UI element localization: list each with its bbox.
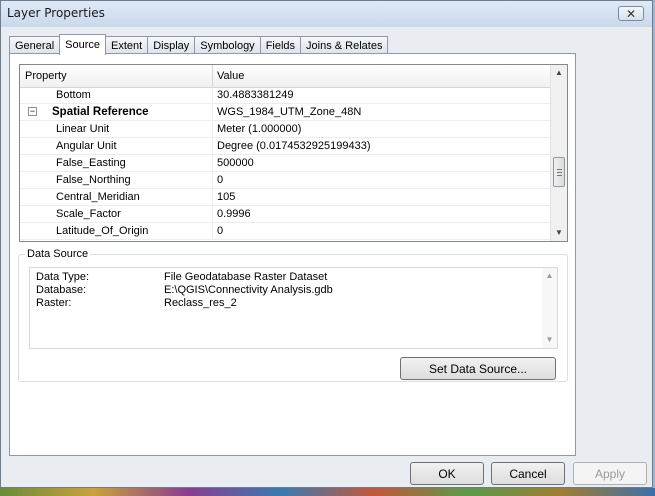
property-value: 0 (217, 174, 224, 186)
grid-scrollbar[interactable]: ▲ ▼ (550, 65, 567, 241)
data-source-scrollbar[interactable]: ▲ ▼ (542, 268, 557, 348)
close-button[interactable]: ✕ (618, 6, 644, 21)
close-icon: ✕ (625, 6, 637, 21)
grid-row-spatial-reference[interactable]: − Spatial Reference WGS_1984_UTM_Zone_48… (20, 104, 550, 121)
property-name: Latitude_Of_Origin (56, 225, 149, 237)
cell-divider (212, 121, 213, 138)
property-value: WGS_1984_UTM_Zone_48N (217, 106, 362, 118)
property-name: Spatial Reference (52, 106, 149, 118)
cell-divider (212, 87, 213, 104)
grid-row-angular-unit[interactable]: Angular Unit Degree (0.0174532925199433) (20, 138, 550, 155)
scroll-down-icon[interactable]: ▼ (551, 225, 567, 241)
property-name: Bottom (56, 89, 91, 101)
grid-header: Property Value (20, 65, 550, 88)
raster-line: Raster: Reclass_res_2 (36, 297, 237, 309)
grip-line (557, 169, 562, 170)
database-label: Database: (36, 284, 87, 296)
grip-line (557, 175, 562, 176)
cell-divider (212, 172, 213, 189)
property-value: 0.9996 (217, 208, 251, 220)
tab-source[interactable]: Source (59, 34, 106, 55)
property-value: Degree (0.0174532925199433) (217, 140, 371, 152)
data-type-line: Data Type: File Geodatabase Raster Datase… (36, 271, 327, 283)
cell-divider (212, 206, 213, 223)
database-value: E:\QGIS\Connectivity Analysis.gdb (164, 284, 333, 296)
tab-general[interactable]: General (9, 36, 61, 54)
tab-fields[interactable]: Fields (259, 36, 302, 54)
column-header-property[interactable]: Property (25, 70, 67, 82)
apply-button[interactable]: Apply (573, 462, 647, 485)
property-value: 105 (217, 191, 236, 203)
collapse-icon[interactable]: − (28, 107, 37, 116)
data-type-value: File Geodatabase Raster Dataset (164, 271, 328, 283)
ok-button[interactable]: OK (410, 462, 484, 485)
grid-row-central-meridian[interactable]: Central_Meridian 105 (20, 189, 550, 206)
layer-properties-dialog: Layer Properties ✕ General Source Extent… (0, 0, 653, 488)
title-bar[interactable]: Layer Properties ✕ (1, 1, 652, 27)
column-divider[interactable] (212, 65, 213, 87)
scroll-down-icon[interactable]: ▼ (542, 332, 557, 348)
property-name: Angular Unit (56, 140, 117, 152)
cancel-button[interactable]: Cancel (491, 462, 565, 485)
tab-strip: General Source Extent Display Symbology … (9, 34, 389, 55)
cell-divider (212, 104, 213, 121)
cell-divider (212, 223, 213, 240)
property-name: Central_Meridian (56, 191, 140, 203)
raster-label: Raster: (36, 297, 72, 309)
data-source-textbox[interactable]: Data Type: File Geodatabase Raster Datase… (29, 267, 558, 349)
property-grid: Property Value Bottom 30.4883381249 − Sp… (19, 64, 568, 242)
data-source-legend: Data Source (25, 248, 91, 260)
property-value: 0 (217, 225, 224, 237)
property-name: Linear Unit (56, 123, 110, 135)
database-line: Database: E:\QGIS\Connectivity Analysis.g… (36, 284, 333, 296)
raster-value: Reclass_res_2 (164, 297, 237, 309)
tab-symbology[interactable]: Symbology (194, 36, 261, 54)
property-value: Meter (1.000000) (217, 123, 302, 135)
grid-row-false-northing[interactable]: False_Northing 0 (20, 172, 550, 189)
scroll-up-icon[interactable]: ▲ (542, 268, 557, 284)
property-name: Scale_Factor (56, 208, 121, 220)
cell-divider (212, 138, 213, 155)
scroll-thumb[interactable] (553, 157, 565, 187)
cell-divider (212, 155, 213, 172)
tab-display[interactable]: Display (147, 36, 196, 54)
scroll-up-icon[interactable]: ▲ (551, 65, 567, 81)
column-header-value[interactable]: Value (217, 70, 244, 82)
property-name: False_Easting (56, 157, 126, 169)
property-value: 30.4883381249 (217, 89, 294, 101)
grid-row-scale-factor[interactable]: Scale_Factor 0.9996 (20, 206, 550, 223)
source-tab-panel: Property Value Bottom 30.4883381249 − Sp… (9, 53, 576, 456)
tab-joins-relates[interactable]: Joins & Relates (300, 36, 389, 54)
property-name: False_Northing (56, 174, 131, 186)
grid-row-linear-unit[interactable]: Linear Unit Meter (1.000000) (20, 121, 550, 138)
data-type-label: Data Type: (36, 271, 89, 283)
background-map-strip (0, 488, 655, 496)
set-data-source-button[interactable]: Set Data Source... (400, 357, 556, 380)
window-title: Layer Properties (7, 6, 105, 20)
grid-row-false-easting[interactable]: False_Easting 500000 (20, 155, 550, 172)
tab-extent[interactable]: Extent (105, 36, 149, 54)
grid-row-latitude-of-origin[interactable]: Latitude_Of_Origin 0 (20, 223, 550, 240)
property-value: 500000 (217, 157, 254, 169)
grip-line (557, 172, 562, 173)
cell-divider (212, 189, 213, 206)
grid-row-bottom[interactable]: Bottom 30.4883381249 (20, 87, 550, 104)
data-source-group: Data Source Data Type: File Geodatabase R… (18, 248, 568, 382)
